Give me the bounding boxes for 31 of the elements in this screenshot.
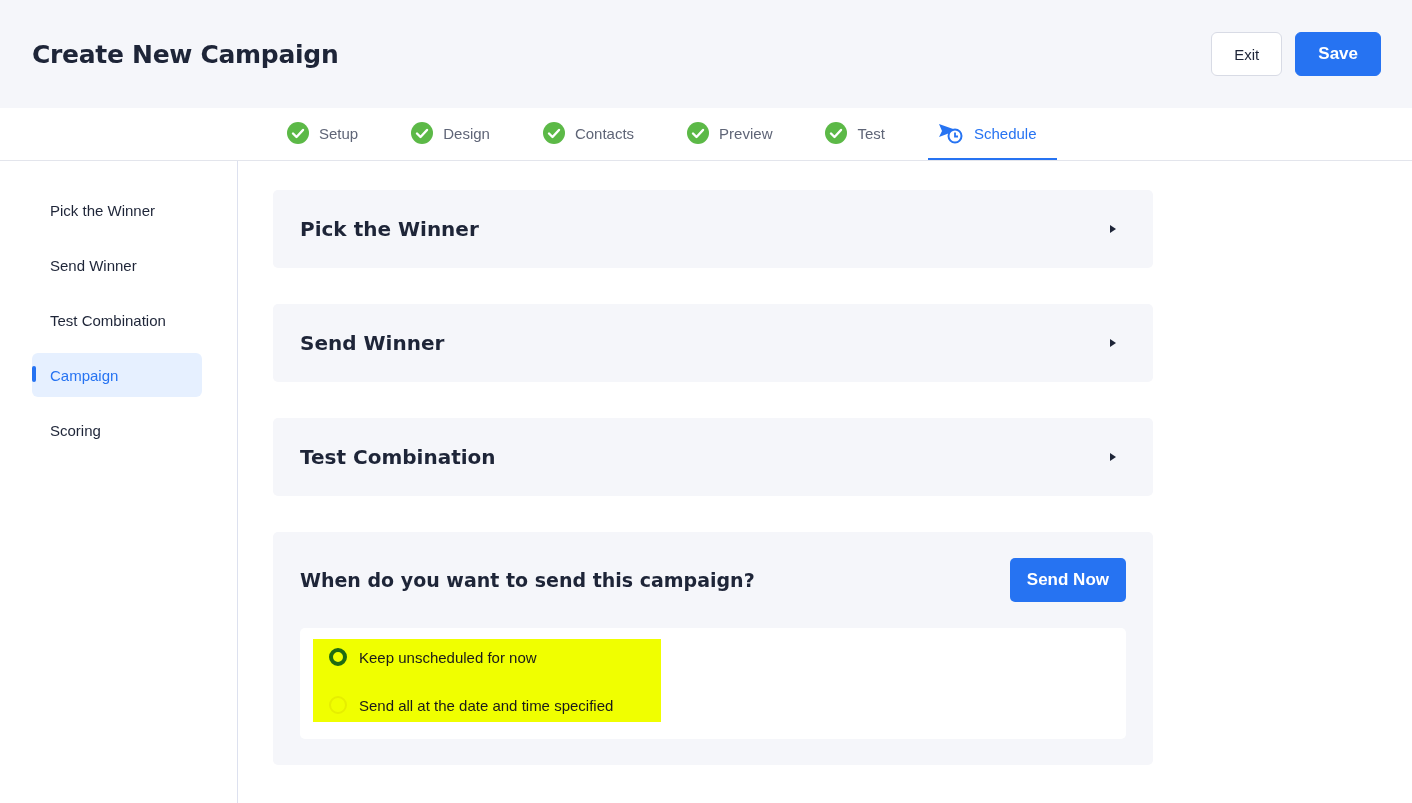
section-title: Test Combination [300, 445, 496, 469]
check-circle-icon [825, 122, 848, 144]
step-tab[interactable]: Design [401, 108, 510, 160]
radio-button[interactable] [329, 648, 347, 666]
check-circle-icon [542, 122, 565, 144]
check-circle-icon [687, 122, 710, 144]
page-title: Create New Campaign [32, 39, 339, 69]
sidebar-item[interactable]: Pick the Winner [32, 188, 202, 232]
section-title: Send Winner [300, 331, 445, 355]
schedule-question: When do you want to send this campaign? [300, 569, 755, 591]
option-label[interactable]: Send all at the date and time specified [359, 696, 614, 714]
accordion-header[interactable]: Send Winner [273, 304, 1153, 382]
sidebar-item[interactable]: Scoring [32, 408, 202, 452]
check-circle-icon [411, 122, 434, 144]
step-tab[interactable]: Schedule [928, 108, 1057, 160]
option-label[interactable]: Keep unscheduled for now [359, 648, 537, 666]
step-tab[interactable]: Setup [277, 108, 379, 160]
send-clock-icon [938, 122, 964, 144]
save-button[interactable]: Save [1295, 32, 1381, 76]
send-now-button[interactable]: Send Now [1009, 558, 1126, 602]
exit-button[interactable]: Exit [1211, 32, 1283, 76]
check-circle-icon [287, 122, 309, 144]
sidebar-item[interactable]: Send Winner [32, 243, 202, 287]
accordion-header[interactable]: Pick the Winner [273, 190, 1153, 268]
step-tab[interactable]: Contacts [532, 108, 655, 160]
step-tab[interactable]: Test [815, 108, 905, 160]
step-tab[interactable]: Preview [677, 108, 793, 160]
accordion-header[interactable]: Test Combination [273, 418, 1153, 496]
sidebar-item[interactable]: Test Combination [32, 298, 202, 342]
section-title: Pick the Winner [300, 217, 479, 241]
sidebar-item[interactable]: Campaign [32, 353, 202, 397]
